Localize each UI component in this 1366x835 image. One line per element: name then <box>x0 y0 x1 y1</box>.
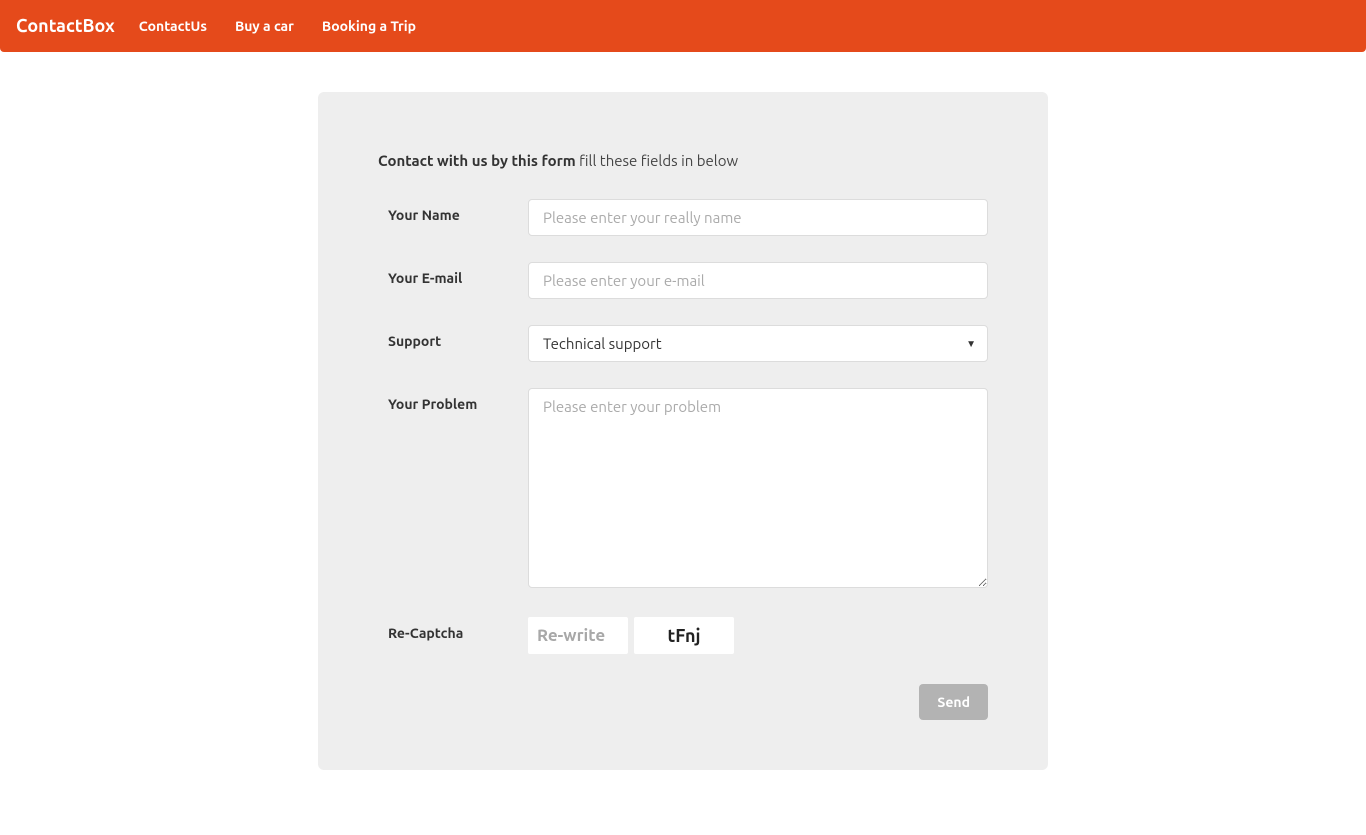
nav-link-buy-a-car[interactable]: Buy a car <box>235 18 294 34</box>
name-input[interactable] <box>528 199 988 236</box>
top-navbar: ContactBox ContactUs Buy a car Booking a… <box>0 0 1366 52</box>
contact-form-panel: Contact with us by this form fill these … <box>318 92 1048 770</box>
problem-textarea[interactable] <box>528 388 988 588</box>
email-input[interactable] <box>528 262 988 299</box>
send-button[interactable]: Send <box>919 684 988 720</box>
label-your-email: Your E-mail <box>378 262 528 299</box>
label-support: Support <box>378 325 528 362</box>
brand-logo[interactable]: ContactBox <box>16 16 115 36</box>
captcha-challenge: tFnj <box>634 617 734 654</box>
form-heading-bold: Contact with us by this form <box>378 152 576 169</box>
nav-link-contact-us[interactable]: ContactUs <box>139 18 207 34</box>
form-heading: Contact with us by this form fill these … <box>378 152 988 169</box>
label-recaptcha: Re-Captcha <box>378 617 528 654</box>
form-heading-light-text: fill these fields in below <box>579 152 738 169</box>
support-select[interactable]: Technical support <box>528 325 988 362</box>
captcha-input[interactable] <box>528 617 628 654</box>
nav-link-booking-a-trip[interactable]: Booking a Trip <box>322 18 416 34</box>
label-your-name: Your Name <box>378 199 528 236</box>
label-your-problem: Your Problem <box>378 388 528 591</box>
